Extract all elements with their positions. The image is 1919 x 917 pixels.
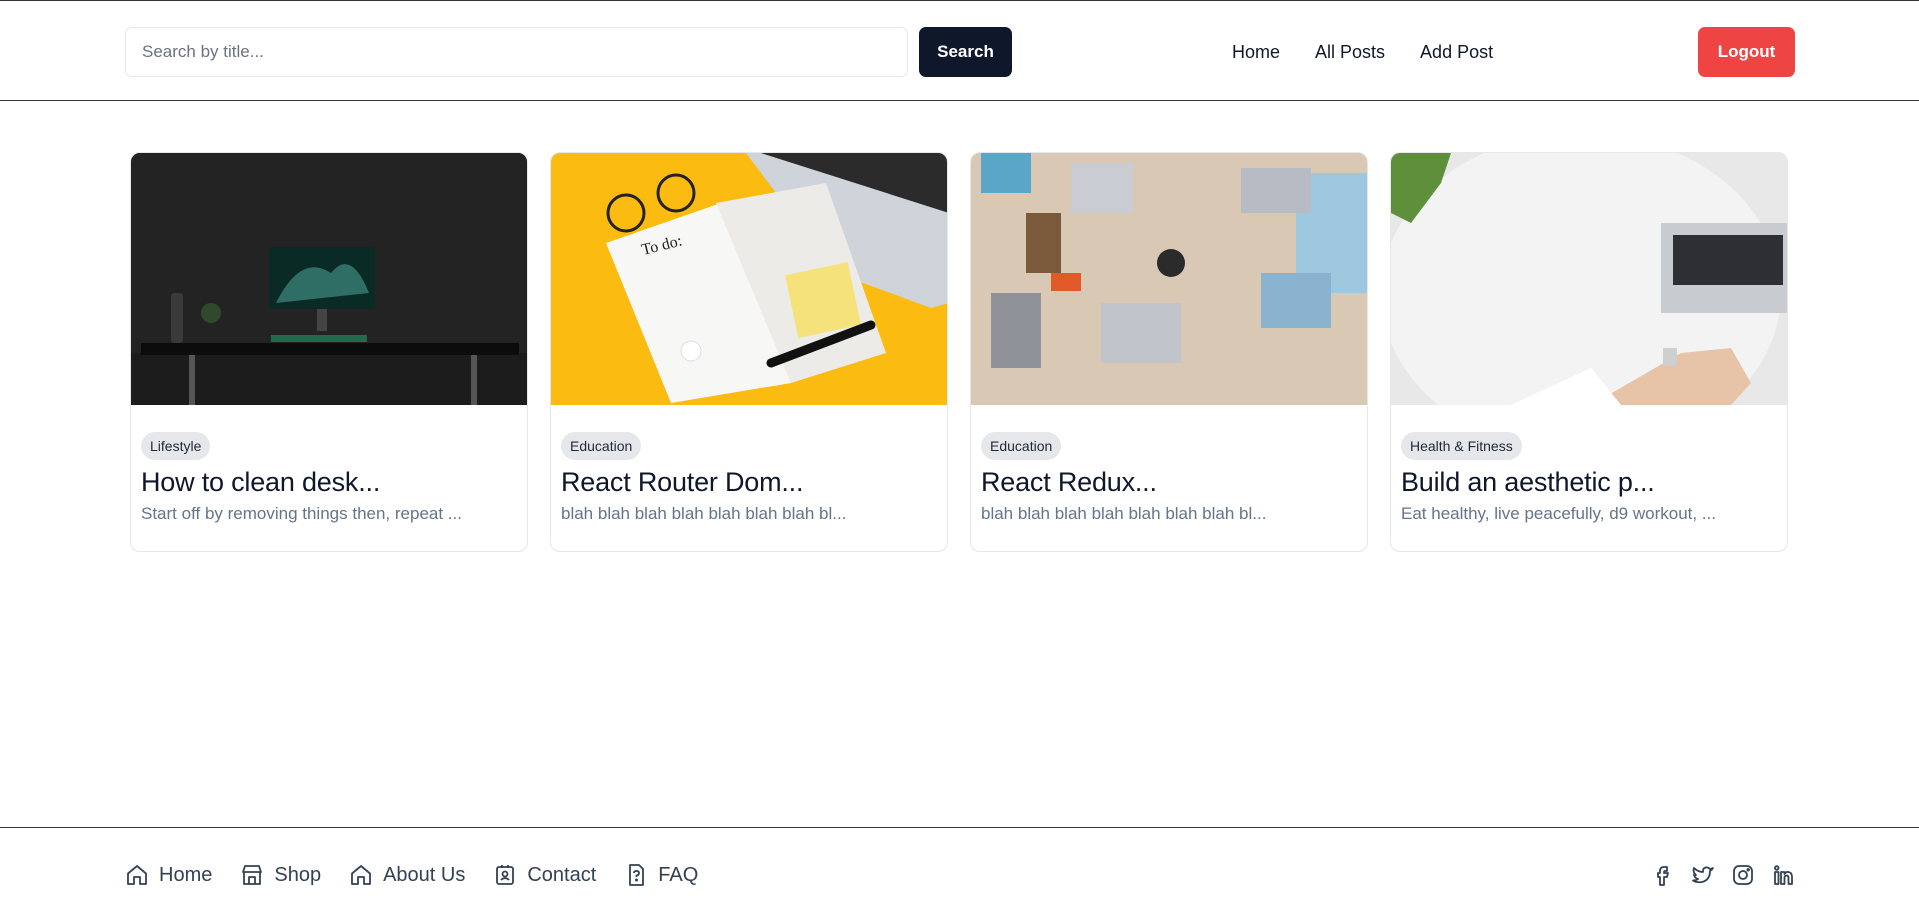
post-card[interactable]: Lifestyle How to clean desk... Start off… xyxy=(130,152,528,552)
post-image: To do: xyxy=(551,153,947,405)
footer-link-label: Contact xyxy=(527,863,597,886)
category-badge: Lifestyle xyxy=(141,432,211,460)
footer-link-label: FAQ xyxy=(658,863,699,886)
main-nav: Home All Posts Add Post xyxy=(1232,27,1528,77)
post-card[interactable]: To do: Education React Router Dom... bla… xyxy=(550,152,948,552)
twitter-icon[interactable] xyxy=(1691,863,1715,887)
home-icon xyxy=(351,865,371,885)
search-input[interactable] xyxy=(125,27,908,77)
category-badge: Health & Fitness xyxy=(1401,432,1522,460)
posts-grid: Lifestyle How to clean desk... Start off… xyxy=(130,152,1788,552)
post-title: How to clean desk... xyxy=(141,467,381,497)
faq-icon xyxy=(629,864,645,886)
post-image xyxy=(971,153,1367,405)
post-card[interactable]: Health & Fitness Build an aesthetic p...… xyxy=(1390,152,1788,552)
shop-icon xyxy=(242,865,263,885)
footer-link-label: Shop xyxy=(274,863,322,886)
post-card[interactable]: Education React Redux... blah blah blah … xyxy=(970,152,1368,552)
post-image xyxy=(1391,153,1787,405)
post-title: Build an aesthetic p... xyxy=(1401,467,1655,497)
footer-link-label: About Us xyxy=(383,863,466,886)
top-navbar: Search Home All Posts Add Post Logout xyxy=(0,0,1919,101)
footer-link-shop[interactable]: Shop xyxy=(240,863,321,887)
category-badge: Education xyxy=(561,432,642,460)
footer-link-about[interactable]: About Us xyxy=(349,863,465,887)
nav-home[interactable]: Home xyxy=(1232,42,1280,63)
linkedin-icon[interactable] xyxy=(1771,863,1795,887)
instagram-icon[interactable] xyxy=(1731,863,1755,887)
post-excerpt: Start off by removing things then, repea… xyxy=(141,504,462,523)
footer-link-contact[interactable]: Contact xyxy=(493,863,596,887)
post-title: React Router Dom... xyxy=(561,467,804,497)
footer-links: Home Shop About Us Contact FAQ xyxy=(125,863,726,887)
post-image xyxy=(131,153,527,405)
footer-link-label: Home xyxy=(159,863,213,886)
nav-all-posts[interactable]: All Posts xyxy=(1315,42,1385,63)
footer-link-faq[interactable]: FAQ xyxy=(624,863,698,887)
post-excerpt: blah blah blah blah blah blah blah bl... xyxy=(981,504,1267,523)
contact-icon xyxy=(496,865,515,885)
home-icon xyxy=(127,865,147,885)
category-badge: Education xyxy=(981,432,1062,460)
footer-link-home[interactable]: Home xyxy=(125,863,212,887)
logout-button[interactable]: Logout xyxy=(1698,27,1795,77)
post-title: React Redux... xyxy=(981,467,1157,497)
footer: Home Shop About Us Contact FAQ xyxy=(0,827,1919,917)
post-excerpt: blah blah blah blah blah blah blah bl... xyxy=(561,504,847,523)
facebook-icon[interactable] xyxy=(1651,863,1675,887)
post-excerpt: Eat healthy, live peacefully, d9 workout… xyxy=(1401,504,1716,523)
search-button[interactable]: Search xyxy=(919,27,1012,77)
nav-add-post[interactable]: Add Post xyxy=(1420,42,1493,63)
social-links xyxy=(1651,863,1795,887)
